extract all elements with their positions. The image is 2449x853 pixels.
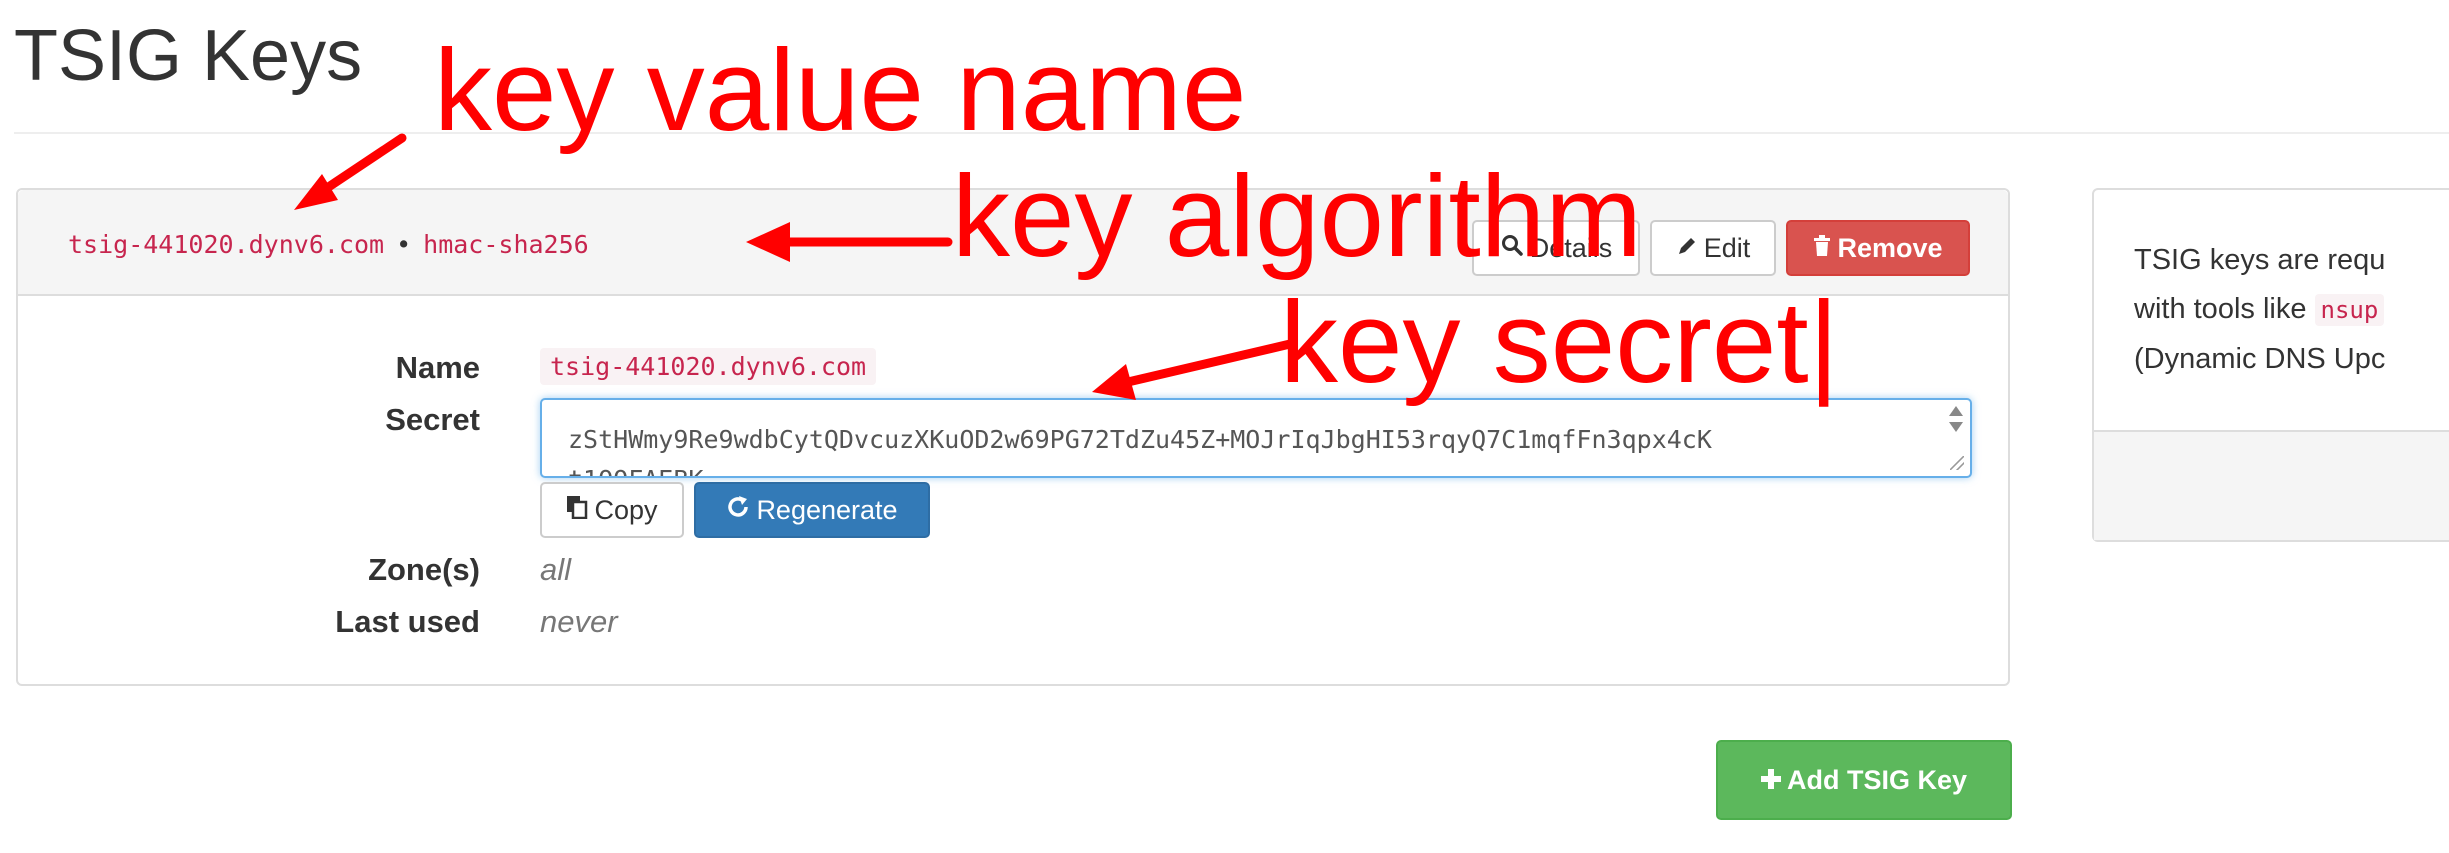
secret-value-line1: zStHWmy9Re9wdbCytQDvcuzXKuOD2w69PG72TdZu… xyxy=(568,425,1712,454)
regenerate-button-label: Regenerate xyxy=(756,494,898,525)
trash-icon xyxy=(1813,233,1831,264)
secret-value-line2: t1QOFAEBK xyxy=(568,465,703,476)
key-algorithm-code: hmac-sha256 xyxy=(423,230,589,259)
annotation-key-algorithm: key algorithm xyxy=(952,151,1642,281)
key-name-code: tsig-441020.dynv6.com xyxy=(68,230,385,259)
info-line-2-text: with tools like xyxy=(2134,293,2307,325)
regenerate-button[interactable]: Regenerate xyxy=(694,482,930,538)
info-text: TSIG keys are requ with tools like nsup … xyxy=(2134,236,2449,384)
edit-button[interactable]: Edit xyxy=(1650,220,1776,276)
info-panel: TSIG keys are requ with tools like nsup … xyxy=(2092,188,2449,542)
copy-button-label: Copy xyxy=(594,494,658,525)
pencil-icon xyxy=(1676,233,1698,264)
key-summary: tsig-441020.dynv6.com • hmac-sha256 xyxy=(68,230,589,259)
secret-value: zStHWmy9Re9wdbCytQDvcuzXKuOD2w69PG72TdZu… xyxy=(568,420,1712,476)
last-used-value: never xyxy=(540,604,618,639)
copy-button[interactable]: Copy xyxy=(540,482,684,538)
add-tsig-key-button[interactable]: Add TSIG Key xyxy=(1716,740,2012,820)
scroll-down-arrow-icon[interactable] xyxy=(1949,422,1963,432)
info-line-3: (Dynamic DNS Upc xyxy=(2134,343,2386,375)
nsupdate-code: nsup xyxy=(2314,294,2385,326)
page-title: TSIG Keys xyxy=(14,16,363,96)
key-separator: • xyxy=(396,230,412,259)
zones-value: all xyxy=(540,552,572,587)
info-line-2: with tools like nsup xyxy=(2134,285,2449,335)
zones-label: Zone(s) xyxy=(368,552,480,587)
remove-button[interactable]: Remove xyxy=(1786,220,1970,276)
remove-button-label: Remove xyxy=(1837,232,1943,263)
name-label: Name xyxy=(395,350,480,385)
info-line-1: TSIG keys are requ xyxy=(2134,244,2386,276)
copy-icon xyxy=(566,495,588,526)
name-value: tsig-441020.dynv6.com xyxy=(540,348,877,385)
info-panel-footer xyxy=(2094,430,2449,540)
annotation-key-secret: key secret| xyxy=(1280,277,1839,407)
refresh-icon xyxy=(726,495,750,526)
annotation-key-value-name: key value name xyxy=(434,25,1247,155)
secret-textarea[interactable]: zStHWmy9Re9wdbCytQDvcuzXKuOD2w69PG72TdZu… xyxy=(540,398,1972,478)
last-used-label: Last used xyxy=(335,604,480,639)
plus-icon xyxy=(1760,765,1781,796)
scroll-up-arrow-icon[interactable] xyxy=(1949,406,1963,416)
add-tsig-key-label: Add TSIG Key xyxy=(1786,764,1968,795)
resize-grip-icon[interactable] xyxy=(1950,456,1964,470)
edit-button-label: Edit xyxy=(1703,232,1751,263)
secret-label: Secret xyxy=(385,402,480,437)
